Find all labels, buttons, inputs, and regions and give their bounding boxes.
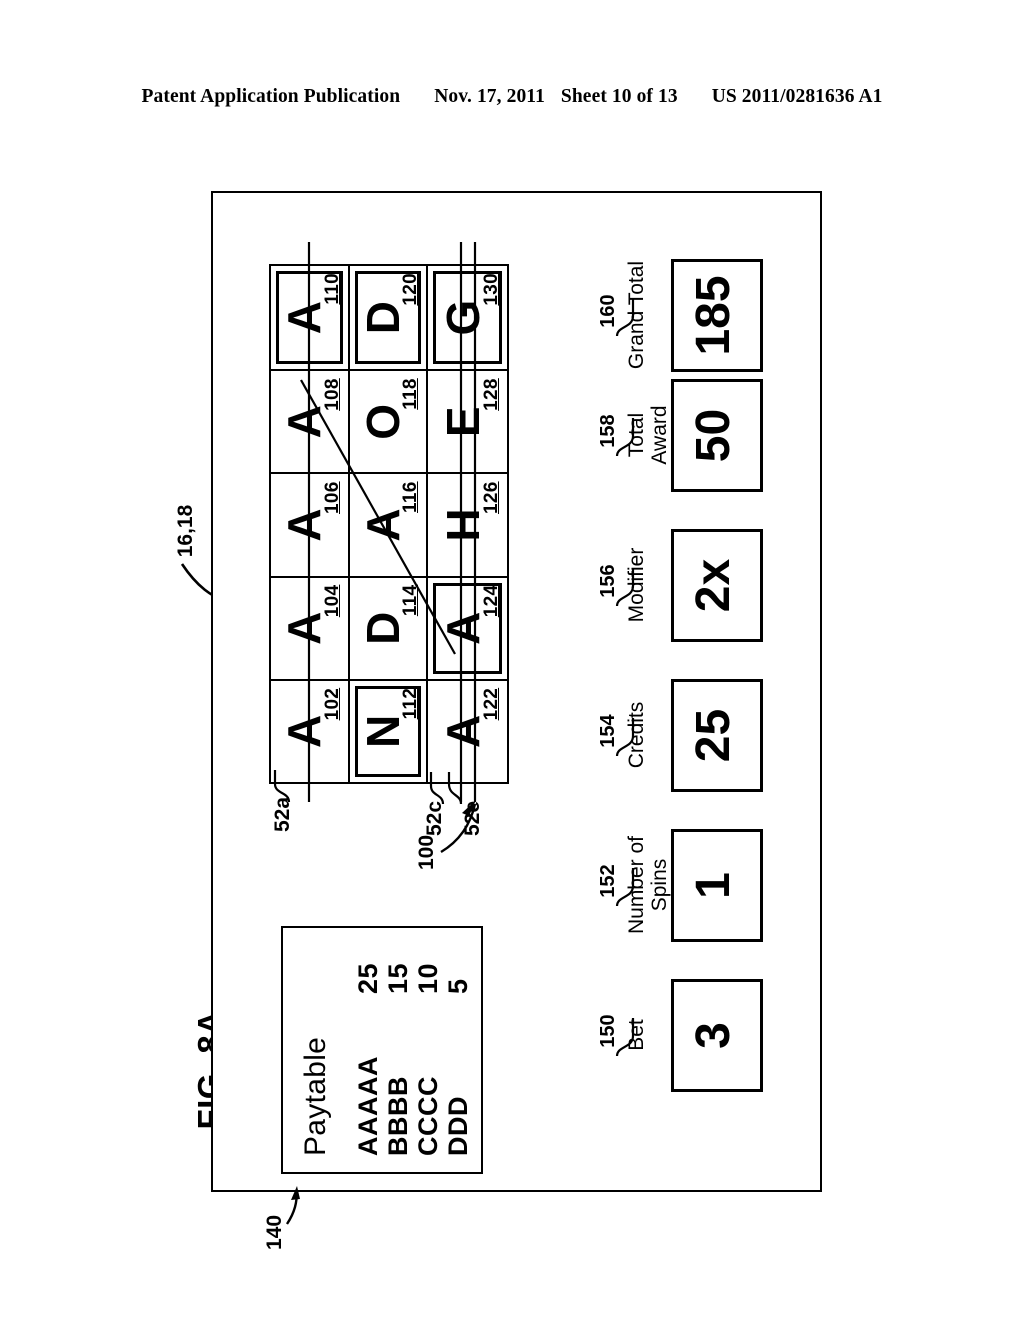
paytable-combination: AAAAA — [353, 1056, 383, 1156]
publication-title: Patent Application Publication — [141, 86, 401, 107]
status-value-box: 3 — [671, 979, 763, 1092]
paytable-combination: CCCC — [413, 1076, 443, 1156]
page-header: Patent Application Publication Nov. 17, … — [0, 86, 1024, 116]
paytable-row: BBBB 15 — [383, 946, 413, 1156]
status-value-box: 2x — [671, 529, 763, 642]
status-item: 156 Modifier 2x — [597, 529, 763, 642]
status-value: 1 — [687, 872, 740, 899]
status-label: Grand Total — [625, 260, 648, 370]
status-item: 152Number of Spins for Modifier1 — [597, 829, 763, 942]
sheet-number: Sheet 10 of 13 — [560, 86, 678, 107]
status-value-box: 25 — [671, 679, 763, 792]
rotated-content-layer: Paytable AAAAA 25 BBBB 15 CCCC 10 DDD 5 140 A 10… — [211, 191, 822, 1250]
status-label: Bet — [625, 1019, 648, 1051]
drawing-frame: Paytable AAAAA 25 BBBB 15 CCCC 10 DDD 5 140 A 10… — [211, 191, 822, 1250]
payline-overlay — [300, 242, 477, 802]
status-label: Modifier — [625, 547, 648, 623]
paytable-combination: BBBB — [383, 1076, 413, 1156]
paytable-row: DDD 5 — [443, 946, 473, 1156]
paytable-combination: DDD — [443, 1096, 473, 1156]
leader-line-140 — [286, 1186, 300, 1225]
paytable-row: AAAAA 25 — [353, 946, 383, 1156]
status-value-box: 185 — [671, 259, 763, 372]
paytable-row: CCCC 10 — [413, 946, 443, 1156]
status-item: 160 Grand Total 185 — [597, 259, 763, 372]
status-value: 2x — [687, 558, 740, 613]
callout-paytable-140: 140 — [257, 1174, 301, 1250]
status-value-box: 1 — [671, 829, 763, 942]
paytable-pay-amount: 5 — [443, 978, 473, 994]
paytable-rows: AAAAA 25 BBBB 15 CCCC 10 DDD 5 — [353, 946, 473, 1156]
payline-label-52c: 52c — [423, 800, 446, 836]
leader-line-52e — [447, 772, 463, 805]
payline-label-52e: 52e — [461, 800, 484, 836]
status-label: Credits — [625, 701, 648, 769]
status-item: 158 Total Award 50 — [597, 379, 763, 492]
status-value: 50 — [687, 408, 740, 463]
status-value: 3 — [687, 1022, 740, 1049]
status-row: 1 50 Bet 3 152Number of Spins for Modifier1 1… — [597, 259, 779, 1092]
paytable: Paytable AAAAA 25 BBBB 15 CCCC 10 DDD 5 — [281, 926, 483, 1174]
paytable-pay-amount: 15 — [383, 962, 413, 994]
paytable-pay-amount: 25 — [353, 962, 383, 994]
status-item: 150 Bet 3 — [597, 979, 763, 1092]
patent-number: US 2011/0281636 A1 — [711, 86, 883, 107]
status-item: 154 Credits 25 — [597, 679, 763, 792]
status-value: 25 — [687, 708, 740, 763]
status-value: 185 — [687, 275, 740, 356]
status-value-box: 50 — [671, 379, 763, 492]
leader-line-52a — [273, 770, 291, 803]
paytable-pay-amount: 10 — [413, 962, 443, 994]
publication-date: Nov. 17, 2011 — [434, 86, 545, 107]
paytable-title: Paytable — [299, 1036, 332, 1156]
